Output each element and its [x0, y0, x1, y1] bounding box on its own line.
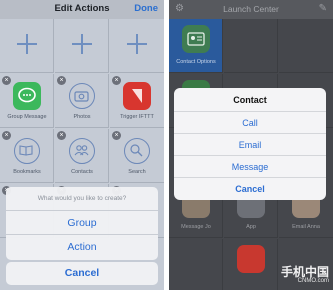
create-action-button[interactable]: Action [6, 235, 158, 260]
create-group-button[interactable]: Group [6, 211, 158, 235]
launch-center-screen: ⚙ Launch Center ✎ Contact Options Messag… [169, 0, 333, 290]
search-icon [124, 138, 150, 164]
action-label: Search [128, 169, 146, 175]
alert-title: Contact [233, 95, 267, 105]
done-button[interactable]: Done [134, 3, 158, 14]
camera-icon [69, 83, 95, 109]
action-tile-search[interactable]: × Search [110, 129, 164, 183]
navigation-bar: Edit Actions Done [0, 0, 164, 19]
action-label: Photos [73, 114, 91, 120]
navigation-bar: ⚙ Launch Center ✎ [169, 0, 333, 19]
contact-card-icon [182, 25, 210, 53]
delete-badge-icon[interactable]: × [57, 76, 66, 85]
action-sheet-title: What would you like to create? [6, 187, 158, 211]
contacts-icon [69, 138, 95, 164]
delete-badge-icon[interactable]: × [57, 131, 66, 140]
add-action-slot[interactable] [110, 19, 164, 73]
action-tile-contacts[interactable]: × Contacts [55, 129, 109, 183]
alert-cancel-button[interactable]: Cancel [174, 177, 326, 199]
plus-icon [72, 34, 92, 54]
plus-icon [17, 34, 37, 54]
launcher-label: Email Anna [292, 224, 320, 230]
add-action-slot[interactable] [0, 19, 54, 73]
action-tile-photos[interactable]: × Photos [55, 74, 109, 128]
action-label: Trigger IFTTT [120, 114, 154, 120]
book-icon [14, 138, 40, 164]
pencil-icon[interactable]: ✎ [319, 3, 327, 14]
action-tile-group-message[interactable]: × Group Message [0, 74, 54, 128]
plus-icon [127, 34, 147, 54]
launcher-label: Contact Options [176, 59, 216, 65]
edit-actions-screen: Edit Actions Done × Group Message × Phot… [0, 0, 164, 290]
delete-badge-icon[interactable]: × [2, 131, 11, 140]
watermark: 手机中国 CNMO.com [249, 263, 329, 287]
launcher-tile[interactable] [224, 19, 278, 73]
add-action-slot[interactable] [55, 19, 109, 73]
call-button[interactable]: Call [174, 111, 326, 133]
launcher-tile[interactable] [279, 19, 333, 73]
message-bubble-icon [13, 82, 41, 110]
cancel-button[interactable]: Cancel [6, 262, 158, 285]
action-tile-trigger-ifttt[interactable]: × Trigger IFTTT [110, 74, 164, 128]
email-button[interactable]: Email [174, 133, 326, 155]
launcher-tile-contact-options[interactable]: Contact Options [169, 19, 223, 73]
launcher-label: Message Jo [181, 224, 211, 230]
contact-alert: Contact Call Email Message Cancel [174, 88, 326, 200]
delete-badge-icon[interactable]: × [112, 131, 121, 140]
delete-badge-icon[interactable]: × [2, 76, 11, 85]
action-label: Bookmarks [13, 169, 41, 175]
delete-badge-icon[interactable]: × [112, 76, 121, 85]
watermark-subtext: CNMO.com [297, 278, 329, 284]
message-button[interactable]: Message [174, 155, 326, 177]
create-action-sheet: What would you like to create? Group Act… [6, 187, 158, 260]
action-tile-bookmarks[interactable]: × Bookmarks [0, 129, 54, 183]
action-label: Group Message [7, 114, 47, 120]
page-title: Launch Center [223, 4, 279, 14]
ifttt-icon [123, 82, 151, 110]
launcher-tile[interactable] [169, 239, 223, 290]
launcher-label: App [246, 224, 256, 230]
action-label: Contacts [71, 169, 93, 175]
